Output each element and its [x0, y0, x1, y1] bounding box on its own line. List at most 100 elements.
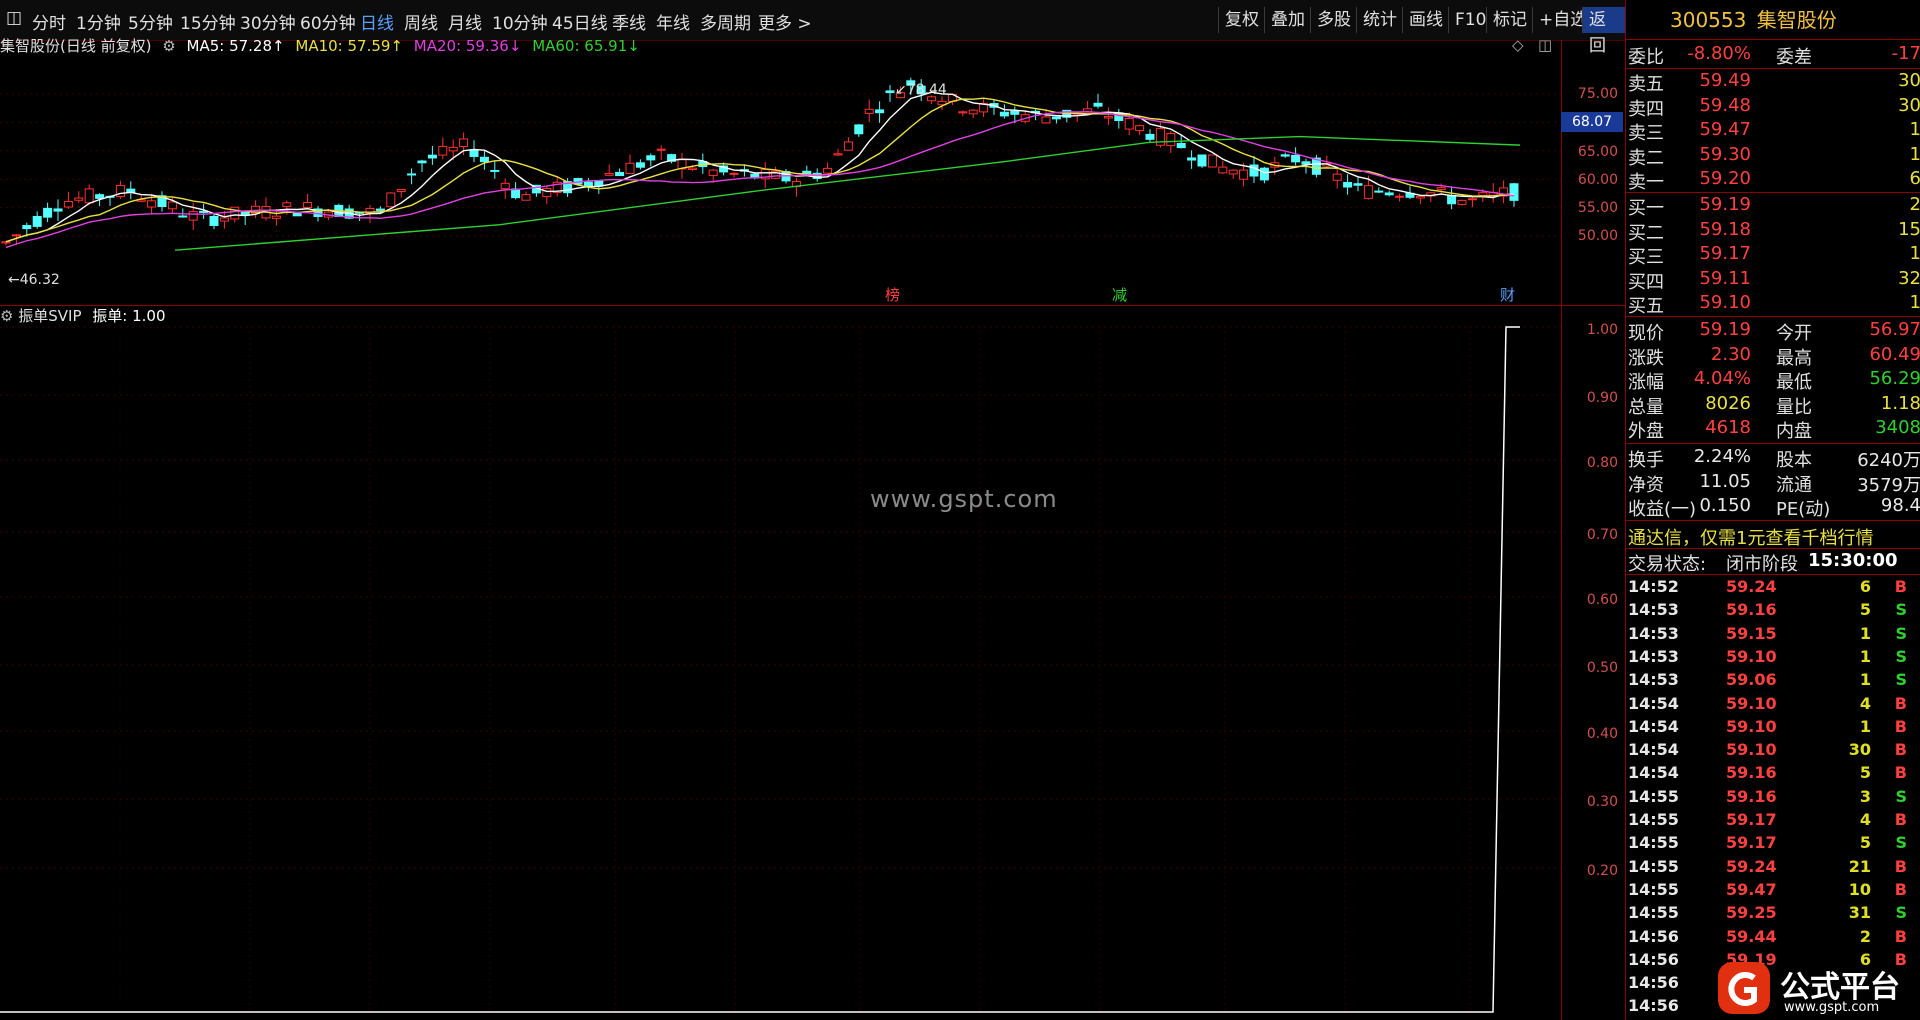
toggle-panel-icon[interactable]: ◫: [6, 8, 22, 28]
candle-body: [635, 162, 645, 168]
stat-row: 总量 8026 量比 1.18: [1628, 392, 1920, 418]
candle-body: [53, 208, 63, 212]
candle-body: [885, 90, 895, 94]
period-tab-1[interactable]: 1分钟: [76, 9, 121, 34]
candle-body: [854, 124, 864, 135]
tick-row: 14:5559.163S1: [1628, 786, 1920, 806]
candle-body: [864, 108, 874, 114]
toolbar-button-3[interactable]: 统计: [1356, 7, 1403, 33]
candle-body: [32, 216, 42, 227]
candle-body: [303, 202, 313, 209]
price-axis-tick: 50.00: [1577, 228, 1618, 244]
stat-row: 涨幅 4.04% 最低 56.29: [1628, 368, 1920, 393]
candle-body: [1187, 157, 1197, 161]
toolbar-button-0[interactable]: 复权: [1218, 7, 1265, 33]
candle-body: [656, 148, 666, 151]
candle-body: [542, 187, 552, 198]
toolbar-button-2[interactable]: 多股: [1310, 7, 1357, 33]
low-price-label: ←46.32: [8, 272, 60, 288]
toolbar-button-8[interactable]: 返回: [1582, 7, 1625, 56]
indicator-axis-tick: 0.90: [1586, 390, 1618, 406]
sell-level-row: 卖四 59.48 30: [1628, 94, 1920, 120]
candle-body: [375, 208, 385, 211]
candle-body: [1415, 195, 1425, 199]
candle-body: [219, 217, 229, 222]
stock-header: 300553 集智股份: [1626, 0, 1920, 40]
period-tab-7[interactable]: 周线: [404, 9, 438, 34]
stock-name: 集智股份: [1756, 8, 1837, 32]
period-tab-6[interactable]: 日线: [360, 9, 394, 34]
marker-jian[interactable]: 减: [1112, 284, 1127, 305]
candle-body: [1239, 169, 1249, 180]
sell-level-row: 卖五 59.49 30: [1628, 70, 1920, 95]
candle-body: [1051, 116, 1061, 120]
period-tab-11[interactable]: 季线: [612, 9, 646, 34]
candle-body: [417, 160, 427, 164]
tick-row: 14:5559.2421B1: [1628, 856, 1920, 876]
candle-body: [875, 109, 885, 114]
ma10-line: [5, 97, 1515, 243]
period-tab-9[interactable]: 10分钟: [492, 9, 548, 34]
tick-row: 14:5359.061S1: [1628, 670, 1920, 690]
candle-body: [1145, 133, 1155, 140]
candle-body: [1280, 154, 1290, 157]
period-tab-4[interactable]: 30分钟: [240, 9, 296, 34]
candle-body: [968, 109, 978, 115]
tick-row: 14:5559.174B1: [1628, 810, 1920, 829]
period-tab-3[interactable]: 15分钟: [180, 9, 236, 34]
candle-body: [1353, 183, 1363, 186]
period-tab-8[interactable]: 月线: [448, 9, 482, 34]
stock-code: 300553: [1670, 8, 1747, 32]
period-tab-5[interactable]: 60分钟: [300, 9, 356, 34]
candle-body: [95, 194, 105, 199]
indicator-chart[interactable]: ⚙ 振单SVIP 振单: 1.00: [0, 305, 1561, 1020]
tick-row: 14:5559.175S1: [1628, 833, 1920, 853]
kline-chart[interactable]: 集智股份(日线 前复权) ⚙ MA5: 57.28↑ MA10: 57.59↑ …: [0, 36, 1561, 306]
quote-panel: 300553 集智股份 委比 -8.80% 委差 -17 卖五 59.49 30 卖四…: [1625, 0, 1920, 1020]
candle-body: [74, 197, 84, 201]
toolbar-button-4[interactable]: 画线: [1402, 7, 1449, 33]
marker-cai[interactable]: 财: [1500, 284, 1515, 305]
stat2-row: 收益(一) 0.150 PE(动) 98.4: [1628, 495, 1920, 520]
indicator-axis-tick: 0.30: [1586, 794, 1618, 810]
candle-body: [407, 173, 417, 176]
brand-url: www.gspt.com: [1784, 1000, 1880, 1015]
candle-body: [1457, 199, 1467, 205]
tick-row: 14:5359.151S1: [1628, 623, 1920, 643]
period-tab-12[interactable]: 年线: [656, 9, 690, 34]
period-tab-10[interactable]: 45日线: [552, 9, 608, 34]
candle-body: [1363, 185, 1373, 199]
watermark: www.gspt.com: [870, 485, 1058, 513]
high-price-label: ↙78.44: [895, 82, 947, 98]
tick-row: 14:5459.101B1: [1628, 716, 1920, 736]
candle-body: [167, 201, 177, 210]
period-tab-2[interactable]: 5分钟: [128, 9, 173, 34]
candle-body: [490, 169, 500, 172]
stat-row: 现价 59.19 今开 56.97: [1628, 319, 1920, 344]
promo-link[interactable]: 通达信，仅需1元查看千档行情: [1626, 524, 1920, 549]
buy-level-row: 买二 59.18 15: [1628, 218, 1920, 244]
candle-body: [1155, 128, 1165, 146]
candle-body: [833, 153, 843, 156]
toolbar-button-1[interactable]: 叠加: [1264, 7, 1311, 33]
indicator-axis-tick: 0.20: [1586, 863, 1618, 879]
indicator-axis-tick: 0.40: [1586, 726, 1618, 742]
tick-row: 14:5459.165B5: [1628, 763, 1920, 783]
candle-body: [427, 154, 437, 159]
tick-row: 14:5559.4710B1: [1628, 879, 1920, 899]
candle-body: [1384, 192, 1394, 196]
marker-bang[interactable]: 榜: [885, 284, 900, 305]
stat-row: 外盘 4618 内盘 3408: [1628, 417, 1920, 442]
candle-body: [1103, 116, 1113, 119]
period-tab-14[interactable]: 更多 >: [758, 9, 812, 34]
period-tab-13[interactable]: 多周期: [700, 9, 751, 34]
period-tab-0[interactable]: 分时: [32, 9, 66, 34]
ma20-line: [5, 111, 1515, 249]
candle-body: [11, 234, 21, 237]
candle-body: [63, 201, 73, 208]
candle-body: [386, 192, 396, 208]
toolbar-button-6[interactable]: 标记: [1486, 7, 1533, 33]
candle-body: [1259, 167, 1269, 181]
candle-body: [448, 146, 458, 152]
candle-body: [292, 213, 302, 217]
